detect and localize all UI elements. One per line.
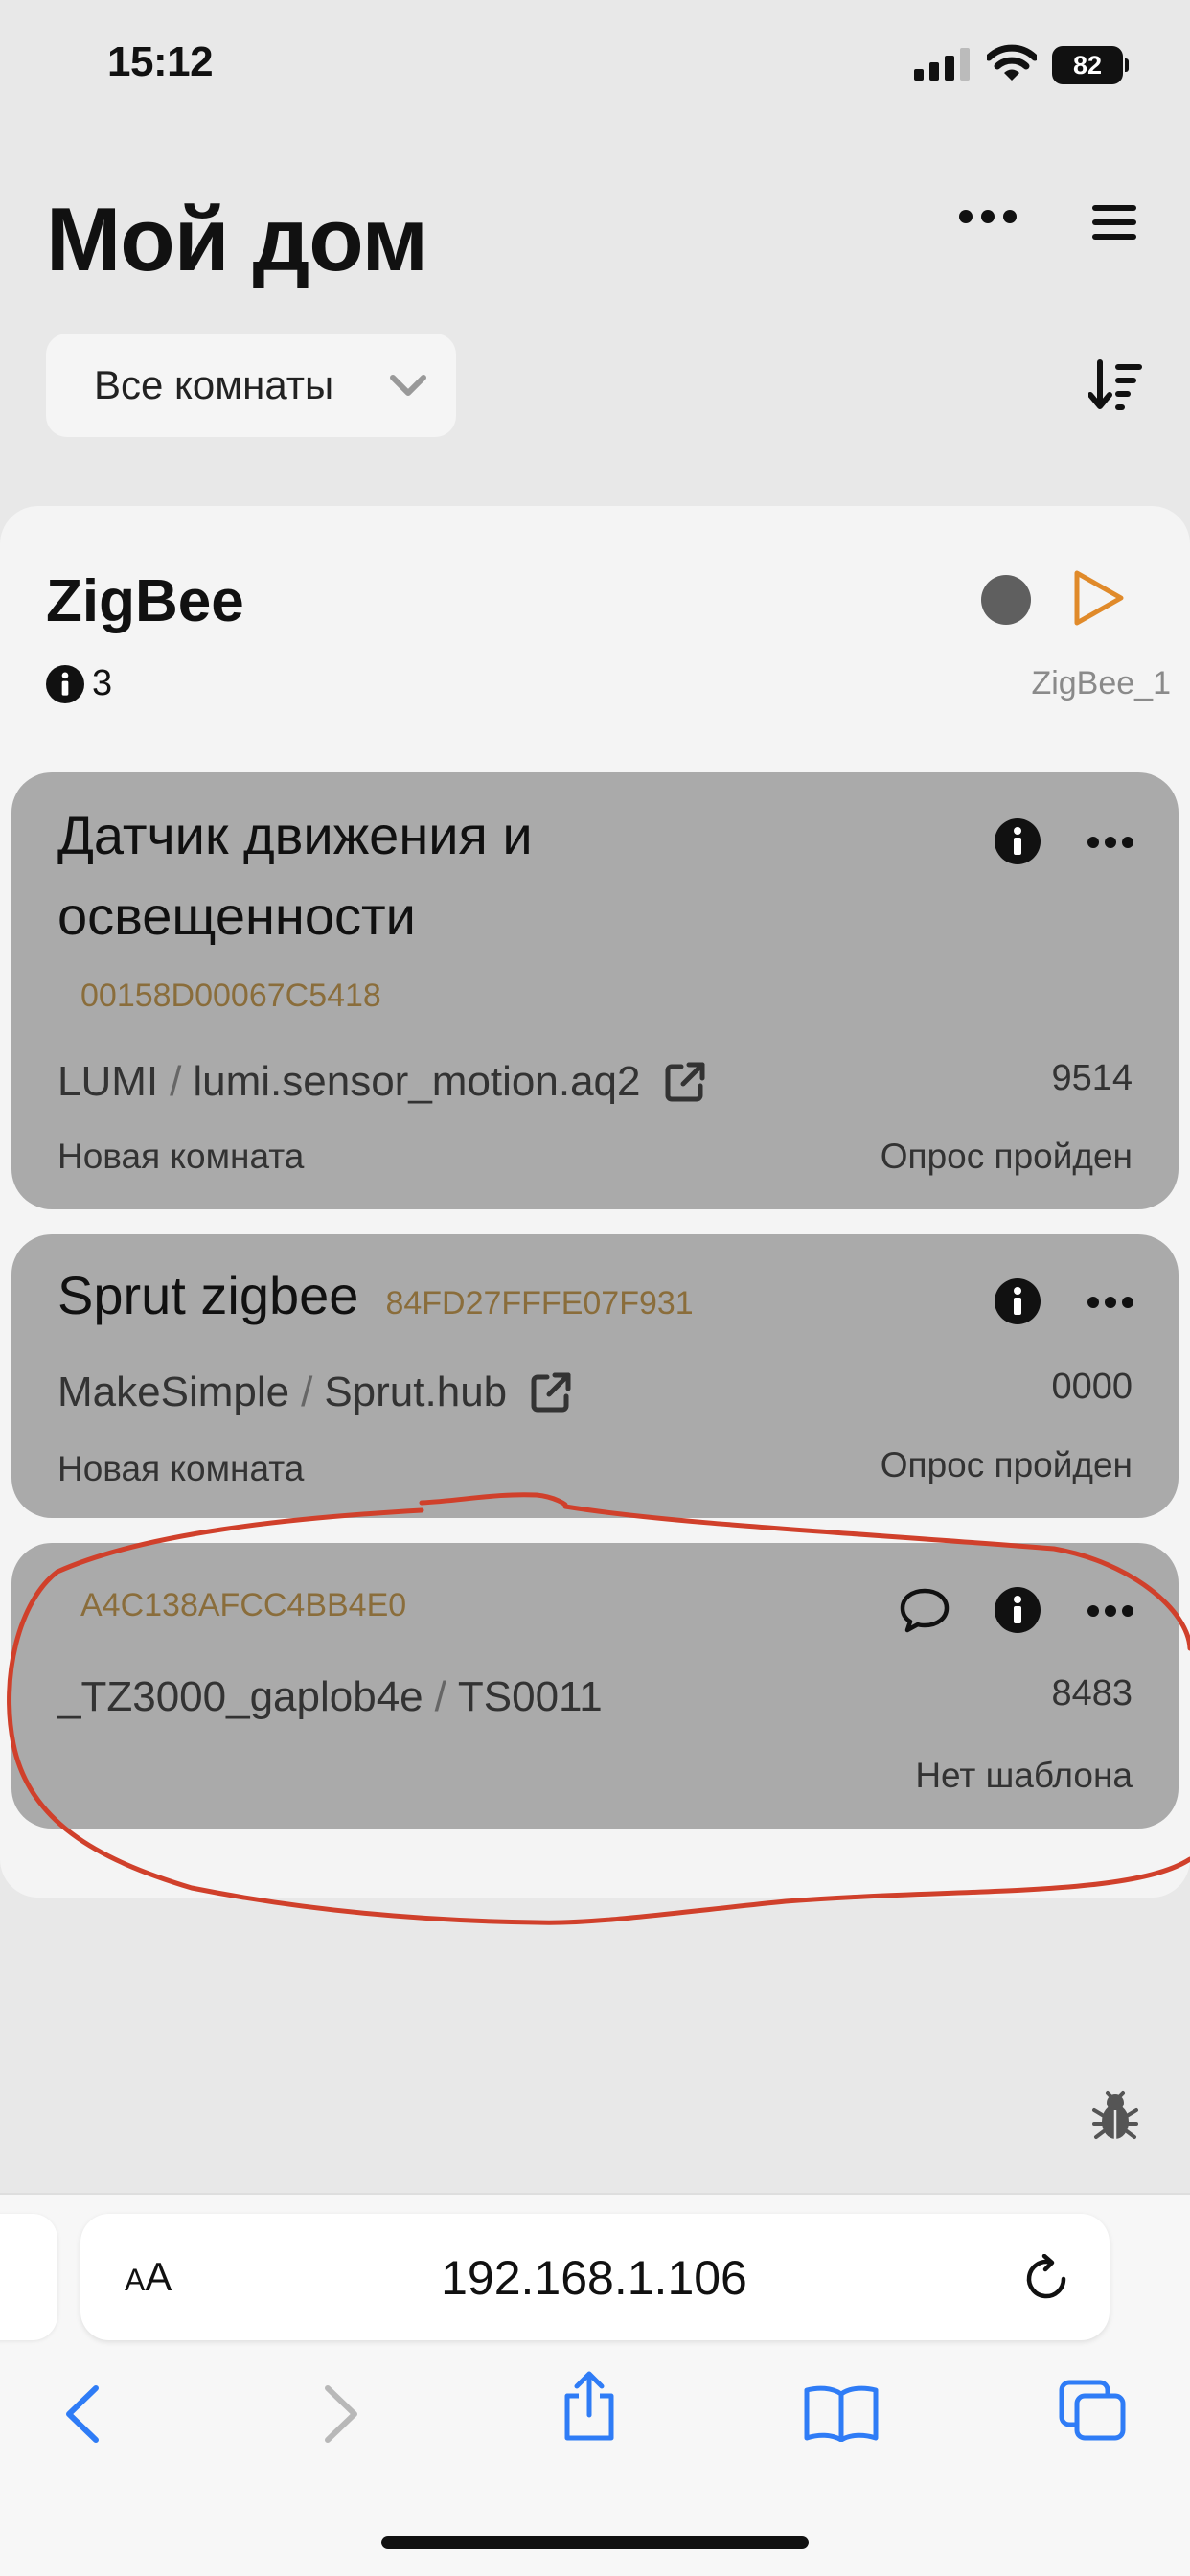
device-model: _TZ3000_gaplob4e / TS0011 — [57, 1673, 603, 1721]
tabs-icon[interactable] — [1058, 2379, 1127, 2442]
aa-small: A — [125, 2263, 146, 2297]
aa-big: A — [145, 2254, 172, 2299]
device-number: 0000 — [1051, 1367, 1133, 1407]
external-link-icon[interactable] — [664, 1061, 706, 1103]
forward-icon[interactable] — [322, 2384, 360, 2444]
device-vendor: _TZ3000_gaplob4e — [57, 1673, 423, 1720]
hub-name: ZigBee_1 — [1031, 665, 1171, 702]
info-icon — [46, 664, 84, 703]
device-card[interactable]: Sprut zigbee 84FD27FFFE07F931 MakeSimple… — [11, 1234, 1179, 1518]
hub-title: ZigBee — [46, 568, 244, 634]
model-separator: / — [170, 1058, 182, 1105]
more-icon[interactable] — [958, 197, 1018, 236]
cellular-signal-icon — [914, 48, 970, 80]
device-mac: A4C138AFCC4BB4E0 — [80, 1587, 407, 1623]
device-title-line: Датчик движения и — [57, 805, 533, 865]
home-indicator — [381, 2536, 809, 2549]
device-status: Опрос пройден — [880, 1137, 1133, 1176]
url-text[interactable]: 192.168.1.106 — [364, 2250, 824, 2306]
info-icon[interactable] — [995, 1278, 1041, 1324]
status-time: 15:12 — [107, 38, 214, 85]
device-mac: 84FD27FFFE07F931 — [385, 1285, 694, 1322]
chat-icon[interactable] — [899, 1587, 950, 1633]
model-separator: / — [434, 1673, 446, 1720]
room-select[interactable]: Все комнаты — [46, 334, 456, 437]
more-icon[interactable] — [1087, 836, 1134, 849]
external-link-icon[interactable] — [530, 1371, 572, 1414]
menu-icon[interactable] — [1092, 203, 1136, 242]
device-room: Новая комната — [57, 1449, 305, 1488]
play-icon[interactable] — [1071, 567, 1127, 629]
bookmarks-icon[interactable] — [803, 2384, 880, 2442]
device-model-name: lumi.sensor_motion.aq2 — [193, 1058, 641, 1105]
share-icon[interactable] — [560, 2371, 619, 2442]
reader-settings-button[interactable]: AA — [125, 2254, 172, 2300]
battery-indicator: 82 — [1052, 46, 1129, 84]
info-icon[interactable] — [995, 1587, 1041, 1633]
more-icon[interactable] — [1087, 1604, 1134, 1618]
device-vendor: LUMI — [57, 1058, 159, 1105]
hub-status-dot — [981, 575, 1031, 625]
chevron-down-icon — [390, 375, 426, 396]
previous-tab-preview[interactable] — [0, 2214, 57, 2340]
device-model: LUMI / lumi.sensor_motion.aq2 — [57, 1058, 706, 1106]
hub-info-badge[interactable]: 3 — [46, 663, 112, 704]
device-title: Sprut zigbee 84FD27FFFE07F931 — [57, 1255, 694, 1344]
device-mac: 00158D00067C5418 — [80, 978, 381, 1014]
device-vendor: MakeSimple — [57, 1368, 290, 1415]
room-select-value: Все комнаты — [94, 362, 334, 407]
more-icon[interactable] — [1087, 1296, 1134, 1309]
device-card[interactable]: A4C138AFCC4BB4E0 _TZ3000_gaplob4e / TS00… — [11, 1543, 1179, 1828]
reload-icon[interactable] — [1021, 2254, 1071, 2304]
device-model-name: Sprut.hub — [324, 1368, 508, 1415]
hub-info-count: 3 — [92, 663, 113, 703]
device-number: 8483 — [1051, 1673, 1133, 1714]
info-icon[interactable] — [995, 818, 1041, 864]
device-title-text: Sprut zigbee — [57, 1265, 359, 1325]
device-title: Датчик движения и освещенности — [57, 795, 533, 956]
device-status: Опрос пройден — [880, 1445, 1133, 1484]
sort-icon[interactable] — [1088, 356, 1144, 412]
device-status: Нет шаблона — [915, 1756, 1133, 1795]
wifi-icon — [987, 44, 1037, 80]
device-room: Новая комната — [57, 1137, 305, 1176]
page-title: Мой дом — [46, 189, 428, 289]
device-model: MakeSimple / Sprut.hub — [57, 1368, 572, 1416]
device-model-name: TS0011 — [457, 1673, 603, 1720]
back-icon[interactable] — [63, 2384, 102, 2444]
bug-icon[interactable] — [1090, 2089, 1140, 2143]
device-number: 9514 — [1051, 1058, 1133, 1098]
model-separator: / — [301, 1368, 313, 1415]
device-card[interactable]: Датчик движения и освещенности 00158D000… — [11, 772, 1179, 1209]
device-title-line: освещенности — [57, 886, 416, 946]
